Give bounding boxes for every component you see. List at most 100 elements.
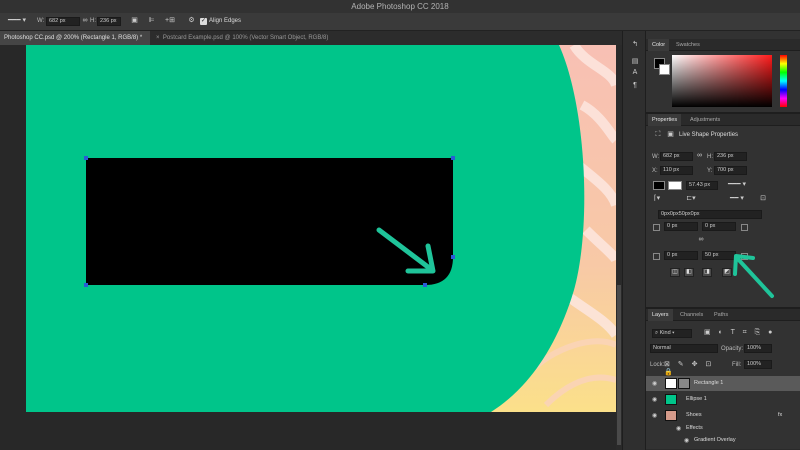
blend-mode-value: Normal: [653, 345, 671, 351]
intersect-shapes-button[interactable]: ◨: [702, 268, 712, 277]
path-operations-icon[interactable]: ▣: [130, 17, 139, 25]
height-field[interactable]: 236 px: [97, 17, 121, 26]
tab-swatches[interactable]: Swatches: [672, 39, 704, 51]
visibility-eye-icon[interactable]: ◉: [652, 412, 657, 419]
exclude-shapes-button[interactable]: ◩: [722, 268, 732, 277]
color-field[interactable]: [672, 55, 772, 107]
fill-field[interactable]: 100%: [744, 360, 772, 369]
corner-bottom-right-field[interactable]: 50 px: [702, 251, 736, 260]
paragraph-icon[interactable]: ¶: [629, 82, 641, 90]
fill-swatch[interactable]: [653, 181, 665, 190]
stroke-swatch[interactable]: [668, 181, 682, 190]
layer-filter-icons[interactable]: ▣ ◐ T ⌗ ⎘ ●: [704, 329, 794, 337]
layer-effects-row[interactable]: ◉ Effects: [646, 423, 800, 435]
corner-top-left-field[interactable]: 0 px: [664, 222, 698, 231]
x-field[interactable]: 110 px: [660, 166, 693, 175]
fill-label: Fill:: [732, 362, 742, 368]
properties-panel-tabs: Properties Adjustments: [646, 114, 800, 126]
layer-row-ellipse[interactable]: ◉ Ellipse 1: [646, 392, 800, 407]
panel-tool-column: ↰ ▤ A ¶: [622, 31, 646, 450]
tab-color[interactable]: Color: [648, 39, 670, 51]
h-field[interactable]: 236 px: [714, 152, 747, 161]
link-icon[interactable]: ∞: [696, 152, 703, 160]
vector-mask-thumbnail: [678, 378, 690, 389]
width-field[interactable]: 682 px: [46, 17, 80, 26]
stroke-cap-icon[interactable]: ⊏▾: [686, 195, 696, 203]
history-icon[interactable]: ↰: [629, 41, 641, 49]
visibility-eye-icon[interactable]: ◉: [684, 437, 689, 444]
y-label: Y:: [707, 168, 713, 174]
subtract-shapes-button[interactable]: ◧: [684, 268, 694, 277]
scroll-thumb[interactable]: [617, 285, 621, 445]
layer-effect-item-row[interactable]: ◉ Gradient Overlay: [646, 435, 800, 447]
corner-top-right-field[interactable]: 0 px: [702, 222, 736, 231]
layer-row-shoes[interactable]: ◉ Shoes fx: [646, 408, 800, 423]
stroke-join-dropdown[interactable]: ━━ ▾: [722, 195, 752, 203]
app-title: Adobe Photoshop CC 2018: [351, 2, 449, 11]
align-edges-label: Align Edges: [209, 18, 242, 24]
unite-shapes-button[interactable]: ◫: [670, 268, 680, 277]
filter-kind-label: Kind: [659, 330, 671, 336]
link-icon[interactable]: ∞: [81, 17, 89, 25]
tab-postcard-example[interactable]: × Postcard Example.psd @ 100% (Vector Sm…: [152, 31, 352, 45]
layer-thumbnail: [665, 378, 677, 389]
effect-item-label: Gradient Overlay: [694, 437, 736, 443]
layer-row-rectangle[interactable]: ◉ Rectangle 1: [646, 376, 800, 391]
stroke-align-icon[interactable]: ⌈▾: [652, 195, 662, 203]
tab-adjustments[interactable]: Adjustments: [686, 114, 724, 126]
h-label: H:: [707, 154, 713, 160]
corner-bottom-left-field[interactable]: 0 px: [664, 251, 698, 260]
w-field[interactable]: 682 px: [660, 152, 693, 161]
x-label: X:: [652, 168, 658, 174]
stroke-width-field[interactable]: 57.43 px: [686, 181, 718, 190]
stroke-type-icon[interactable]: ━━━ ▾: [4, 17, 30, 25]
gear-icon[interactable]: ⚙: [187, 17, 196, 25]
tab-paths[interactable]: Paths: [710, 309, 732, 321]
layer-name: Rectangle 1: [694, 380, 724, 386]
right-panels: Color Swatches Properties Adjustments ⛶ …: [646, 31, 800, 450]
visibility-eye-icon[interactable]: ◉: [652, 396, 657, 403]
tab-properties[interactable]: Properties: [648, 114, 682, 126]
fx-icon[interactable]: fx: [778, 412, 782, 418]
document-canvas[interactable]: [26, 45, 616, 412]
tab-photoshop-cc[interactable]: Photoshop CC.psd @ 200% (Rectangle 1, RG…: [0, 31, 150, 45]
layer-thumbnail: [665, 394, 677, 405]
transform-icon[interactable]: ⛶: [654, 131, 662, 139]
tab-channels[interactable]: Channels: [676, 309, 707, 321]
hue-slider[interactable]: [780, 55, 787, 107]
background-color-swatch[interactable]: [659, 64, 670, 75]
visibility-eye-icon[interactable]: ◉: [676, 425, 681, 432]
align-edges-checkbox[interactable]: ✓: [200, 18, 207, 25]
rectangle-shape[interactable]: [86, 158, 453, 285]
layer-filter-dropdown[interactable]: ⌕ Kind ▾: [652, 329, 692, 338]
color-panel-tabs: Color Swatches: [646, 39, 800, 51]
character-icon[interactable]: A: [629, 69, 641, 77]
tab-layers[interactable]: Layers: [648, 309, 673, 321]
path-alignment-icon[interactable]: ⊫: [147, 17, 156, 25]
opacity-label: Opacity:: [721, 346, 744, 352]
y-field[interactable]: 700 px: [714, 166, 747, 175]
lock-icons[interactable]: ⊠ ✎ ✥ ⊡ 🔒: [664, 361, 724, 377]
corner-top-right-icon: [741, 224, 748, 231]
search-icon: ⌕: [655, 330, 659, 336]
live-shape-title: Live Shape Properties: [679, 132, 739, 138]
opacity-field[interactable]: 100%: [744, 344, 772, 353]
lock-label: Lock:: [650, 362, 665, 368]
tab-label: Photoshop CC.psd @ 200% (Rectangle 1, RG…: [4, 35, 143, 41]
close-icon[interactable]: ×: [156, 35, 160, 41]
tab-label: Postcard Example.psd @ 100% (Vector Smar…: [162, 35, 329, 41]
corner-summary-field[interactable]: 0px0px50px0px: [658, 210, 762, 219]
stroke-style-dropdown[interactable]: ━━━ ▾: [722, 181, 752, 189]
tool-presets-icon[interactable]: ▤: [629, 58, 641, 66]
layers-panel-tabs: Layers Channels Paths: [646, 309, 800, 321]
layer-name: Shoes: [686, 412, 702, 418]
blend-mode-dropdown[interactable]: Normal: [650, 344, 718, 353]
path-arrangement-icon[interactable]: +⊞: [164, 17, 176, 25]
options-bar: ━━━ ▾ W: 682 px ∞ H: 236 px ▣ ⊫ +⊞ ⚙ ✓ A…: [0, 13, 800, 31]
layer-thumbnail: [665, 410, 677, 421]
stroke-options-icon[interactable]: ⊡: [758, 195, 768, 203]
visibility-eye-icon[interactable]: ◉: [652, 380, 657, 387]
height-label: H:: [90, 18, 96, 24]
layer-name: Ellipse 1: [686, 396, 707, 402]
link-corners-icon[interactable]: ∞: [696, 236, 706, 244]
